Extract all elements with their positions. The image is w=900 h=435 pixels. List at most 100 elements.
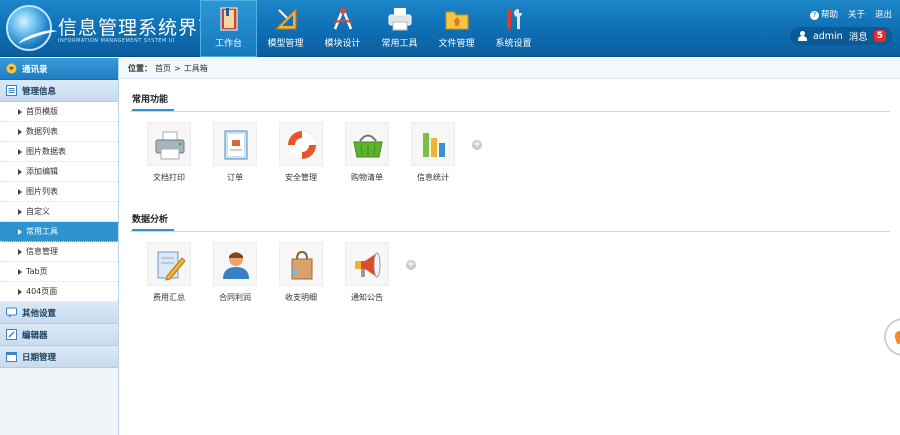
sidebar-group-label: 日期管理 bbox=[22, 352, 57, 363]
tile-print[interactable]: 文档打印 bbox=[138, 122, 204, 186]
ruler-triangle-icon bbox=[274, 7, 297, 30]
triangle-right-icon bbox=[18, 268, 22, 275]
tile-statistics[interactable]: 信息统计 bbox=[402, 122, 468, 186]
printer-icon bbox=[155, 131, 185, 160]
triangle-right-icon bbox=[18, 128, 22, 135]
nav-settings[interactable]: 系统设置 bbox=[485, 0, 542, 57]
tile-security[interactable]: 安全管理 bbox=[270, 122, 336, 186]
breadcrumb-prefix: 位置： bbox=[128, 63, 152, 73]
question-icon: ? bbox=[809, 11, 819, 20]
tile-label: 费用汇总 bbox=[153, 293, 185, 302]
sidebar-item-active[interactable]: 常用工具 bbox=[0, 222, 118, 242]
main-content: 位置： 首页 > 工具箱 常用功能 文档打印 订单 安全管理 购物清单 信息统计… bbox=[120, 58, 900, 435]
tile-icon-box bbox=[279, 122, 323, 166]
sidebar-item[interactable]: 信息管理 bbox=[0, 242, 118, 262]
tile-order[interactable]: 订单 bbox=[204, 122, 270, 186]
tile-icon-box bbox=[147, 122, 191, 166]
shopping-bag-icon bbox=[291, 250, 313, 280]
calendar-icon bbox=[6, 352, 17, 362]
nav-tools[interactable]: 常用工具 bbox=[371, 0, 428, 57]
sidebar-group-manage[interactable]: 管理信息 bbox=[0, 80, 118, 102]
breadcrumb-separator: > bbox=[174, 63, 181, 73]
sidebar-group-editor[interactable]: 编辑器 bbox=[0, 324, 118, 346]
user-info[interactable]: admin 消息 5 bbox=[789, 27, 892, 45]
section-title-bar: 数据分析 bbox=[130, 212, 890, 232]
breadcrumb-current[interactable]: 工具箱 bbox=[184, 63, 208, 74]
sidebar-contacts-label: 通讯录 bbox=[22, 64, 48, 75]
help-label: 帮助 bbox=[820, 10, 838, 20]
app-subtitle: INFORMATION MANAGEMENT SYSTEM UI bbox=[58, 38, 175, 44]
about-link[interactable]: 关于 bbox=[848, 8, 865, 20]
chevron-circle-icon bbox=[6, 63, 17, 74]
workbench-icon bbox=[220, 7, 238, 31]
sidebar-item[interactable]: 自定义 bbox=[0, 202, 118, 222]
sidebar-item[interactable]: Tab页 bbox=[0, 262, 118, 282]
bar-chart-icon bbox=[423, 133, 445, 157]
tile-label: 文档打印 bbox=[153, 173, 185, 182]
help-link[interactable]: ? 帮助 bbox=[809, 8, 838, 20]
nav-label: 模块设计 bbox=[324, 39, 361, 49]
sidebar-item-label: 常用工具 bbox=[26, 227, 58, 236]
sidebar-group-label: 编辑器 bbox=[22, 330, 48, 341]
nav-workbench[interactable]: 工作台 bbox=[200, 0, 257, 57]
lifebuoy-icon bbox=[288, 131, 316, 159]
tile-label: 订单 bbox=[227, 173, 243, 182]
sidebar-group-other[interactable]: 其他设置 bbox=[0, 302, 118, 324]
nav-model[interactable]: 模型管理 bbox=[257, 0, 314, 57]
main-nav: 工作台 模型管理 模块设计 常用工具 文件管理 系统设置 bbox=[200, 0, 542, 57]
section-common-functions: 常用功能 文档打印 订单 安全管理 购物清单 信息统计 + bbox=[130, 92, 890, 182]
person-icon bbox=[223, 252, 249, 279]
sidebar-contacts-header[interactable]: 通讯录 bbox=[0, 58, 118, 80]
nav-label: 文件管理 bbox=[438, 39, 475, 49]
sidebar-item[interactable]: 图片列表 bbox=[0, 182, 118, 202]
nav-module-design[interactable]: 模块设计 bbox=[314, 0, 371, 57]
basket-icon bbox=[353, 134, 383, 158]
nav-label: 工作台 bbox=[214, 39, 242, 49]
breadcrumb-home[interactable]: 首页 bbox=[155, 63, 171, 74]
sidebar-item-label: 首页模版 bbox=[26, 107, 58, 116]
sidebar-group-date[interactable]: 日期管理 bbox=[0, 346, 118, 368]
triangle-right-icon bbox=[18, 208, 22, 215]
tile-icon-box bbox=[213, 122, 257, 166]
logout-link[interactable]: 退出 bbox=[875, 8, 892, 20]
add-tile-button[interactable]: + bbox=[472, 140, 482, 150]
compass-icon bbox=[333, 8, 353, 30]
add-tile-button[interactable]: + bbox=[406, 260, 416, 270]
sidebar-item-label: 图片数据表 bbox=[26, 147, 66, 156]
triangle-right-icon bbox=[18, 168, 22, 175]
tile-label: 通知公告 bbox=[351, 293, 383, 302]
top-links: ? 帮助 关于 退出 bbox=[809, 8, 892, 20]
sidebar-item[interactable]: 首页模版 bbox=[0, 102, 118, 122]
nav-files[interactable]: 文件管理 bbox=[428, 0, 485, 57]
messages-label[interactable]: 消息 bbox=[849, 29, 868, 43]
tile-icon-box bbox=[213, 242, 257, 286]
tile-icon-box bbox=[345, 122, 389, 166]
sidebar-item[interactable]: 图片数据表 bbox=[0, 142, 118, 162]
triangle-right-icon bbox=[18, 148, 22, 155]
user-icon bbox=[797, 31, 807, 41]
folder-icon bbox=[445, 11, 469, 30]
sidebar-group-label: 管理信息 bbox=[22, 86, 57, 97]
app-title: 信息管理系统界面 bbox=[58, 17, 219, 39]
logo[interactable]: 信息管理系统界面 INFORMATION MANAGEMENT SYSTEM U… bbox=[4, 3, 217, 53]
tile-shopping-list[interactable]: 购物清单 bbox=[336, 122, 402, 186]
sidebar-item[interactable]: 添加编辑 bbox=[0, 162, 118, 182]
section-data-analysis: 数据分析 费用汇总 合同利润 收支明细 通知公告 + bbox=[130, 212, 890, 302]
sidebar-item[interactable]: 404页面 bbox=[0, 282, 118, 302]
tile-announcements[interactable]: 通知公告 bbox=[336, 242, 402, 306]
chat-icon bbox=[6, 307, 17, 318]
sidebar-item-label: 自定义 bbox=[26, 207, 50, 216]
sidebar-item[interactable]: 数据列表 bbox=[0, 122, 118, 142]
tile-expense-summary[interactable]: 费用汇总 bbox=[138, 242, 204, 306]
nav-label: 常用工具 bbox=[381, 39, 418, 49]
tile-contract-profit[interactable]: 合同利润 bbox=[204, 242, 270, 306]
nav-label: 系统设置 bbox=[495, 39, 532, 49]
tile-income-expense[interactable]: 收支明细 bbox=[270, 242, 336, 306]
megaphone-icon bbox=[355, 252, 381, 278]
tile-label: 购物清单 bbox=[351, 173, 383, 182]
tile-label: 信息统计 bbox=[417, 173, 449, 182]
triangle-right-icon bbox=[18, 188, 22, 195]
floating-service-button[interactable] bbox=[884, 318, 900, 356]
nav-label: 模型管理 bbox=[267, 39, 304, 49]
printer-icon bbox=[388, 8, 412, 31]
